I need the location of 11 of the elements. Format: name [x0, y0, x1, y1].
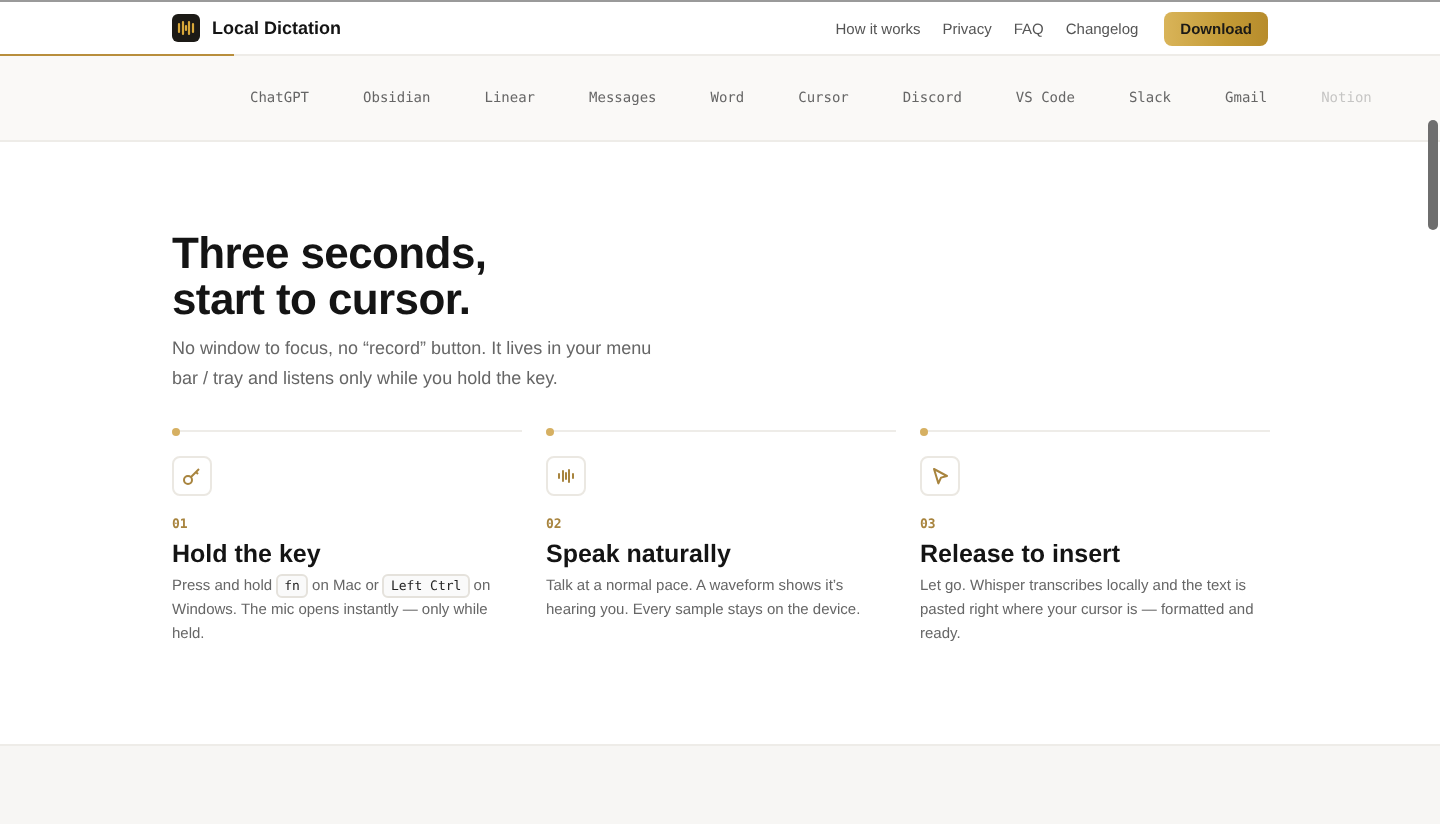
section-heading: Three seconds, start to cursor.: [172, 230, 489, 322]
step-title: Release to insert: [920, 540, 1123, 568]
step-title: Speak naturally: [546, 540, 733, 568]
section-description: No window to focus, no “record” button. It lives in your menu bar / tray and listens only while you hold the key.: [172, 336, 654, 392]
key-icon: [182, 466, 202, 486]
scrollbar-thumb[interactable]: [1428, 120, 1438, 230]
waveform-logo-icon: [172, 14, 200, 42]
step-title: Hold the key: [172, 540, 323, 568]
brand-name[interactable]: Local Dictation: [212, 18, 342, 38]
waveform-icon: [556, 466, 576, 486]
pointer-icon: [930, 466, 950, 486]
